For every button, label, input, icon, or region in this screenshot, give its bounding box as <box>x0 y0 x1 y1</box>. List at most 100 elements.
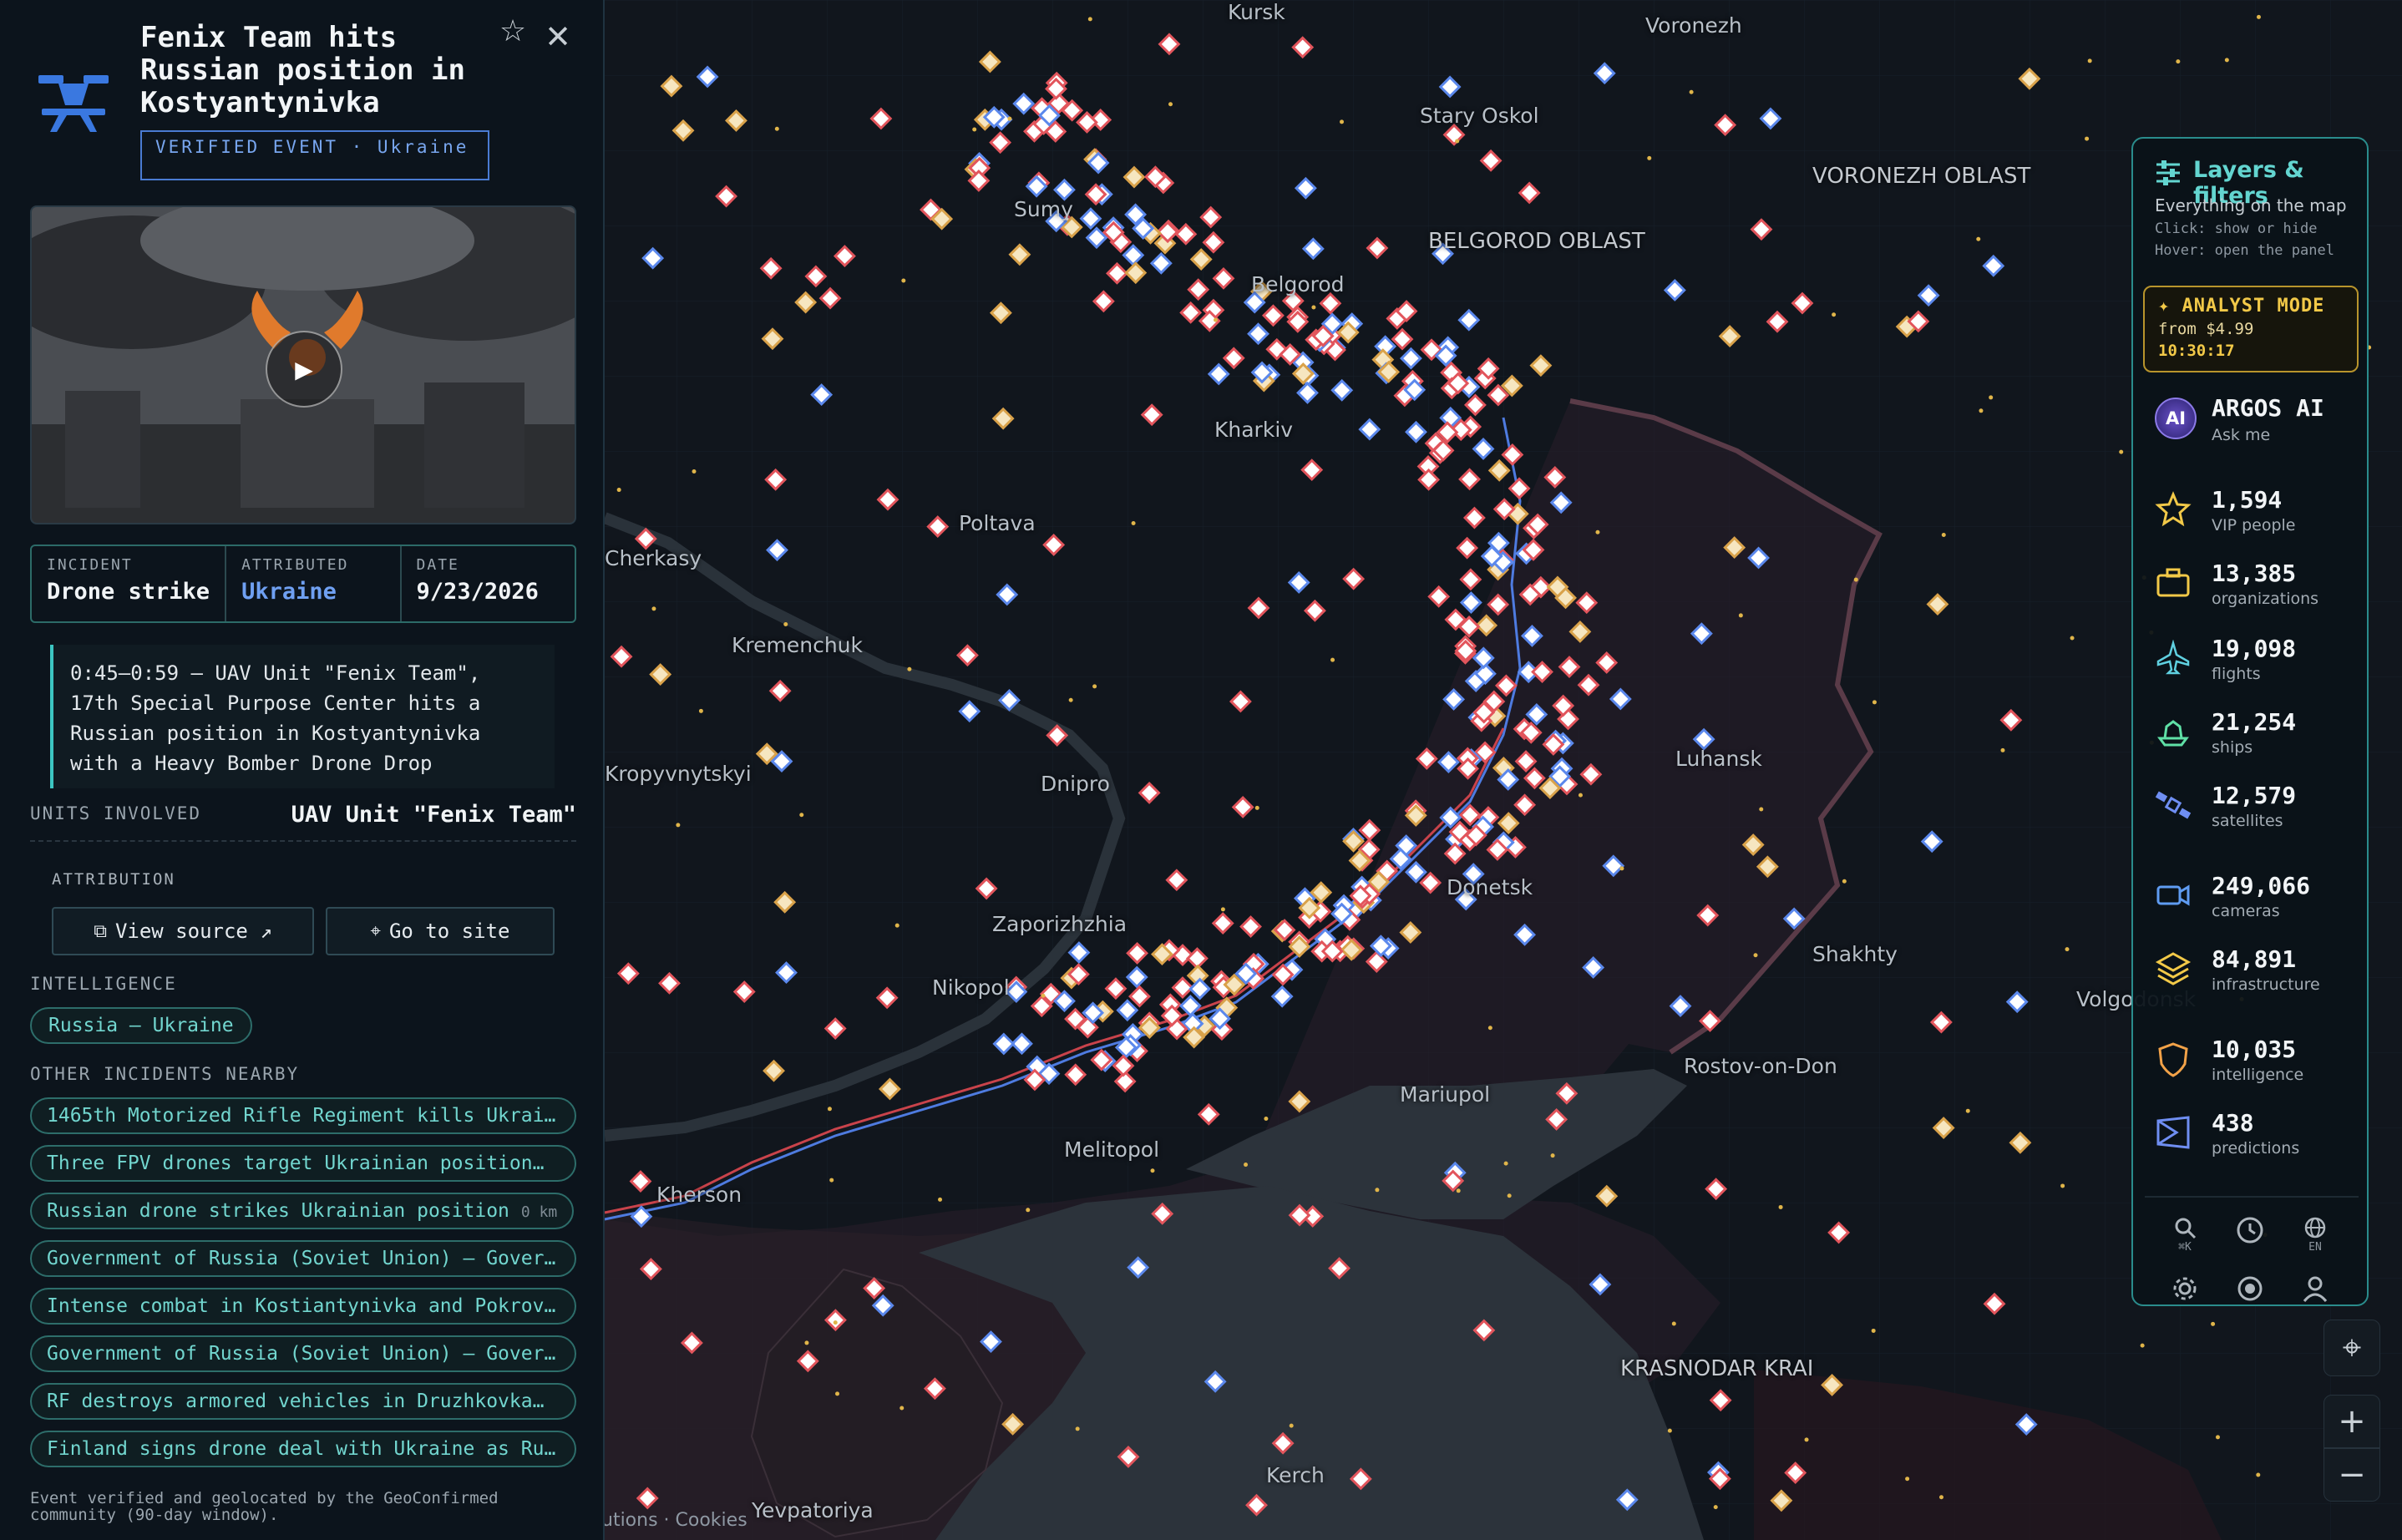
small-event-dot <box>938 1197 943 1202</box>
layer-label: ships <box>2212 738 2253 757</box>
analyst-mode-card[interactable]: ✦ ANALYST MODE from $4.99 10:30:17 <box>2143 286 2359 372</box>
favorite-star-icon[interactable]: ☆ <box>496 15 530 48</box>
settings-tool[interactable] <box>2166 1274 2203 1311</box>
history-tool[interactable] <box>2232 1216 2268 1253</box>
search-tool[interactable]: ⌘K <box>2166 1216 2203 1254</box>
layer-count: 10,035 <box>2212 1036 2297 1063</box>
map-label-stary-oskol: Stary Oskol <box>1420 104 1539 128</box>
account-tool[interactable] <box>2297 1274 2334 1311</box>
small-event-dot <box>1738 613 1743 618</box>
go-to-site-button[interactable]: ⌖ Go to site <box>326 907 555 955</box>
nearby-incident-title: Finland signs drone deal with Ukraine as… <box>47 1438 576 1460</box>
nearby-incident-item[interactable]: 1465th Motorized Rifle Regiment kills Uk… <box>30 1097 576 1134</box>
small-event-dot <box>1578 793 1583 798</box>
fact-value[interactable]: Ukraine <box>241 579 384 605</box>
close-icon[interactable]: ✕ <box>541 20 575 53</box>
nearby-incident-item[interactable]: Russian drone strikes Ukrainian position… <box>30 1193 575 1229</box>
small-event-dot <box>1647 155 1652 160</box>
small-event-dot <box>2065 947 2070 952</box>
layer-toggle-infrastructure[interactable]: 84,891 infrastructure <box>2155 945 2355 995</box>
map-label-belgorod-oblast: BELGOROD OBLAST <box>1428 229 1645 254</box>
small-event-dot <box>2224 58 2229 63</box>
zoom-out-button[interactable]: − <box>2323 1448 2380 1502</box>
language-tool[interactable]: EN <box>2297 1216 2334 1254</box>
layer-label: satellites <box>2212 812 2283 830</box>
map-attribution[interactable]: utions · Cookies <box>601 1510 747 1531</box>
small-event-dot <box>676 823 681 828</box>
view-source-button[interactable]: ⧉ View source ↗ <box>52 907 314 955</box>
layer-count: 84,891 <box>2212 945 2297 973</box>
drone-icon <box>38 75 109 132</box>
small-event-dot <box>1832 312 1837 317</box>
layer-toggle-VIP-people[interactable]: 1,594 VIP people <box>2155 486 2355 536</box>
layer-toggle-intelligence[interactable]: 10,035 intelligence <box>2155 1036 2355 1086</box>
layer-label: cameras <box>2212 902 2280 920</box>
small-event-dot <box>1487 1026 1492 1031</box>
small-event-dot <box>1938 1495 1943 1500</box>
layer-toggle-ships[interactable]: 21,254 ships <box>2155 708 2355 758</box>
small-event-dot <box>1289 1423 1294 1428</box>
map-label-zaporizhzhia: Zaporizhzhia <box>992 912 1128 936</box>
nearby-incident-title: Three FPV drones target Ukrainian positi… <box>47 1152 533 1174</box>
small-event-dot <box>1713 1505 1718 1510</box>
small-event-dot <box>2215 1435 2220 1440</box>
nearby-incident-item[interactable]: Intense combat in Kostiantynivka and Pok… <box>30 1288 576 1325</box>
intelligence-tag[interactable]: Russia – Ukraine <box>30 1007 252 1044</box>
locate-button[interactable]: ⌖ <box>2323 1320 2380 1376</box>
small-event-dot <box>972 127 977 132</box>
view-source-label: View source ↗ <box>114 919 272 943</box>
event-description: 0:45–0:59 – UAV Unit "Fenix Team", 17th … <box>50 645 555 788</box>
nearby-incident-distance: 0 km <box>520 1203 558 1221</box>
map-label-nikopol: Nikopol <box>932 975 1010 1000</box>
satellite-icon <box>2155 791 2192 819</box>
nearby-incident-item[interactable]: Finland signs drone deal with Ukraine as… <box>30 1431 576 1467</box>
small-event-dot <box>1778 1204 1783 1209</box>
zoom-in-button[interactable]: + <box>2323 1395 2380 1448</box>
minus-icon: − <box>2338 1456 2366 1494</box>
map-label-melitopol: Melitopol <box>1064 1137 1160 1162</box>
layer-label: organizations <box>2212 590 2319 608</box>
other-incidents-label: OTHER INCIDENTS NEARBY <box>30 1064 300 1084</box>
clock-icon <box>2237 1217 2263 1244</box>
event-video[interactable]: ▶ <box>30 205 576 524</box>
nearby-incident-item[interactable]: Government of Russia (Soviet Union) – Go… <box>30 1240 576 1277</box>
layer-toggle-cameras[interactable]: 249,066 cameras <box>2155 872 2355 922</box>
layer-count: 438 <box>2212 1109 2254 1137</box>
map-label-kherson: Kherson <box>656 1183 742 1207</box>
nearby-incident-item[interactable]: Government of Russia (Soviet Union) – Go… <box>30 1335 576 1372</box>
layer-count: 249,066 <box>2212 872 2311 899</box>
location-pin-icon: ⌖ <box>370 920 381 942</box>
small-event-dot <box>827 1107 832 1112</box>
record-tool[interactable] <box>2232 1274 2268 1311</box>
small-event-dot <box>2140 1343 2145 1348</box>
layer-toggle-flights[interactable]: 19,098 flights <box>2155 635 2355 685</box>
small-event-dot <box>1619 866 1624 871</box>
globe-icon <box>2304 1217 2326 1239</box>
nearby-incident-item[interactable]: RF destroys armored vehicles in Druzhkov… <box>30 1383 576 1420</box>
map-label-rostov: Rostov-on-Don <box>1684 1054 1837 1078</box>
small-event-dot <box>2119 449 2124 454</box>
small-event-dot <box>1220 907 1225 912</box>
small-event-dot <box>894 923 899 928</box>
small-event-dot <box>1168 102 1173 107</box>
play-icon[interactable]: ▶ <box>266 331 342 408</box>
map-label-belgorod: Belgorod <box>1251 272 1345 296</box>
locate-icon: ⌖ <box>2342 1329 2362 1367</box>
ai-badge-icon: AI <box>2155 398 2197 439</box>
layer-toggle-organizations[interactable]: 13,385 organizations <box>2155 560 2355 610</box>
argos-ai-button[interactable]: AI ARGOS AI Ask me <box>2155 394 2355 444</box>
map-label-kremenchuk: Kremenchuk <box>732 633 863 657</box>
layer-label: infrastructure <box>2212 975 2320 994</box>
gear-icon <box>2173 1277 2197 1300</box>
nearby-incident-item[interactable]: Three FPV drones target Ukrainian positi… <box>30 1145 576 1182</box>
layer-toggle-predictions[interactable]: 438 predictions <box>2155 1109 2355 1159</box>
map-label-kursk: Kursk <box>1228 0 1285 24</box>
small-event-dot <box>1853 577 1858 582</box>
layer-toggle-satellites[interactable]: 12,579 satellites <box>2155 782 2355 832</box>
layer-count: 13,385 <box>2212 560 2297 587</box>
event-facts: INCIDENT Drone strike ATTRIBUTED Ukraine… <box>30 545 576 623</box>
layer-count: 19,098 <box>2212 635 2297 662</box>
layer-count: 12,579 <box>2212 782 2297 809</box>
small-event-dot <box>1905 1477 1910 1482</box>
map-label-luhansk: Luhansk <box>1675 747 1762 771</box>
